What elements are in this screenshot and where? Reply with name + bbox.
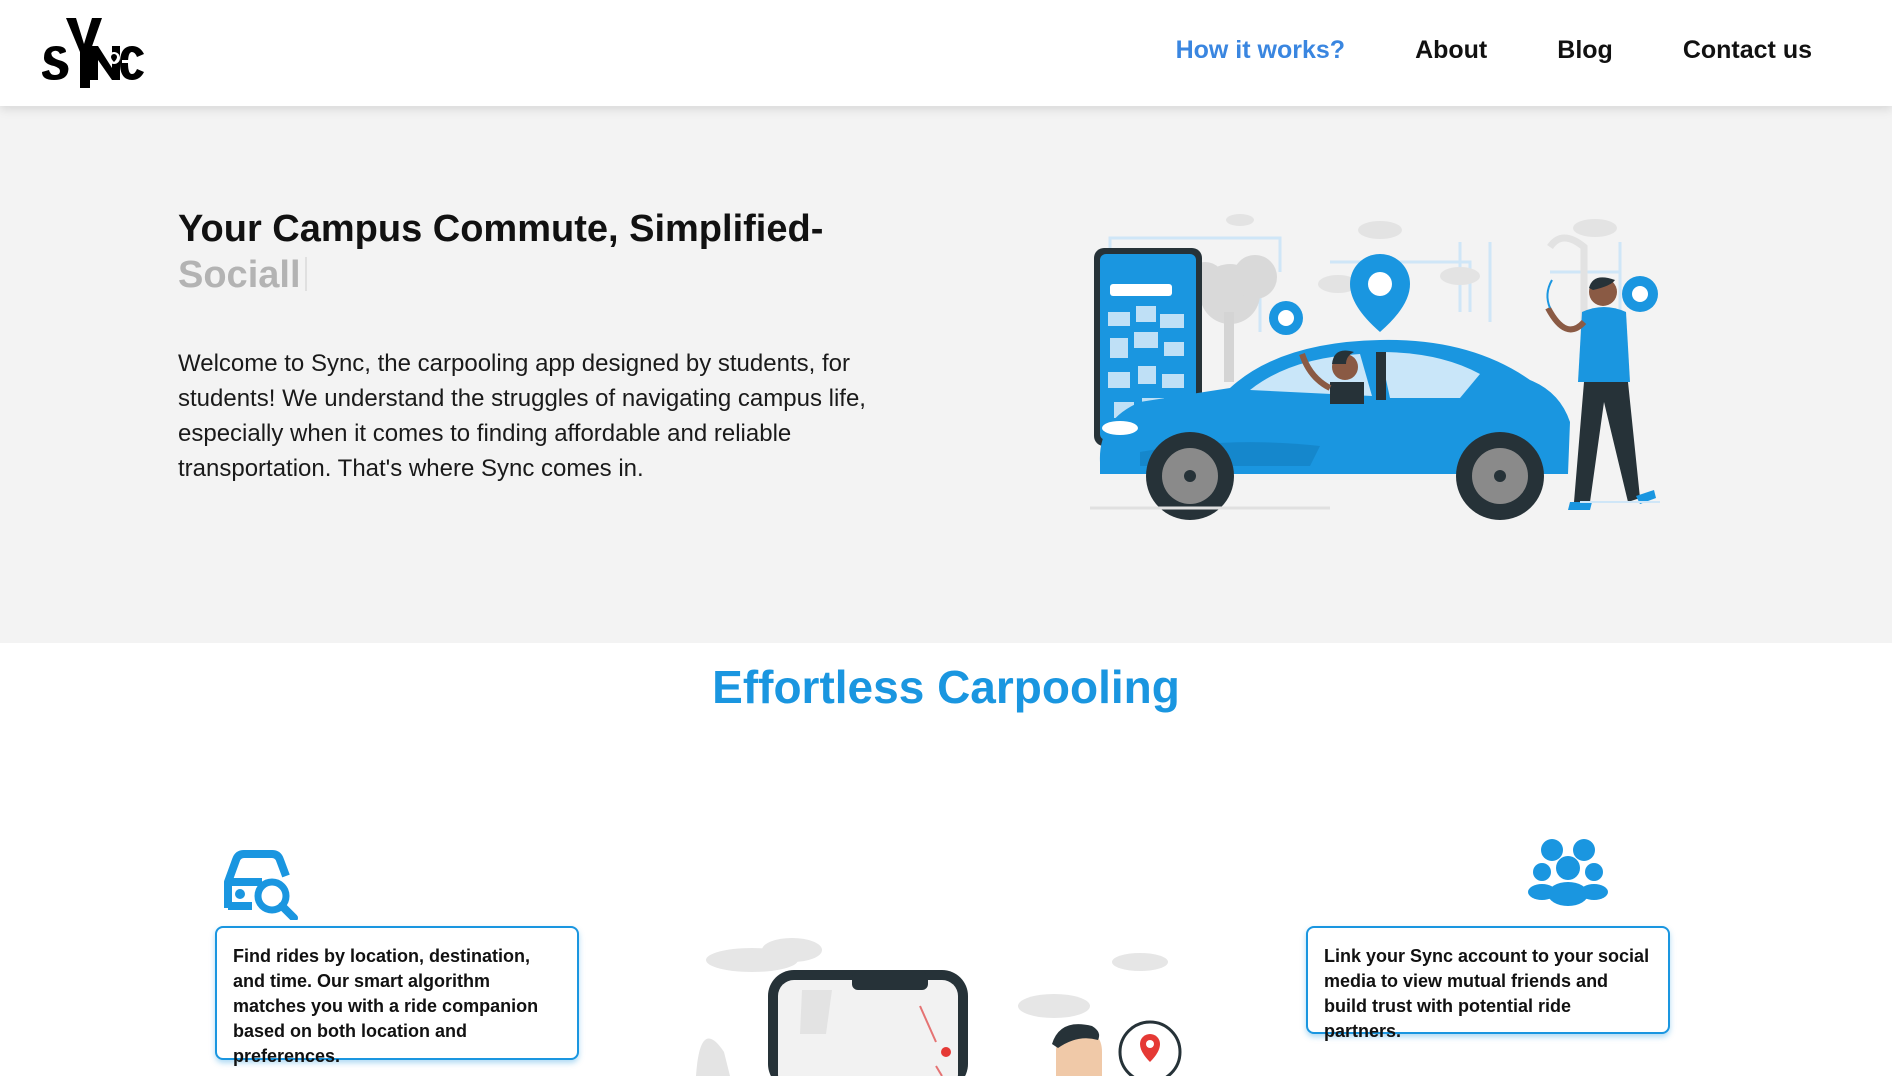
nav-link-how-it-works[interactable]: How it works? <box>1176 36 1345 65</box>
hero-description: Welcome to Sync, the carpooling app desi… <box>178 350 866 482</box>
top-navbar: How it works? About Blog Contact us <box>0 0 1892 106</box>
phone-map-illustration <box>696 938 1182 1076</box>
feature-card-find-rides: Find rides by location, destination, and… <box>215 926 579 1066</box>
nav-links: How it works? About Blog Contact us <box>1176 36 1812 65</box>
nav-link-blog[interactable]: Blog <box>1557 36 1613 65</box>
hero-typed-word: Sociall <box>178 254 301 296</box>
feature-text-social-link: Link your Sync account to your social me… <box>1324 946 1650 1041</box>
feature-text-find-rides: Find rides by location, destination, and… <box>233 946 539 1066</box>
nav-link-about[interactable]: About <box>1415 36 1487 65</box>
nav-link-contact-us[interactable]: Contact us <box>1683 36 1812 65</box>
hero-title: Your Campus Commute, Simplified- Sociall <box>178 206 858 298</box>
sync-logo[interactable] <box>40 14 146 90</box>
typing-caret <box>304 257 307 291</box>
hero-title-text: Your Campus Commute, Simplified- <box>178 208 824 250</box>
carpool-illustration <box>1090 214 1660 520</box>
car-search-icon <box>224 850 298 920</box>
feature-card-social-link: Link your Sync account to your social me… <box>1306 926 1670 1041</box>
users-group-icon <box>1528 839 1608 906</box>
hero-section: Your Campus Commute, Simplified- Sociall… <box>0 106 1892 643</box>
section-title: Effortless Carpooling <box>712 661 1180 713</box>
